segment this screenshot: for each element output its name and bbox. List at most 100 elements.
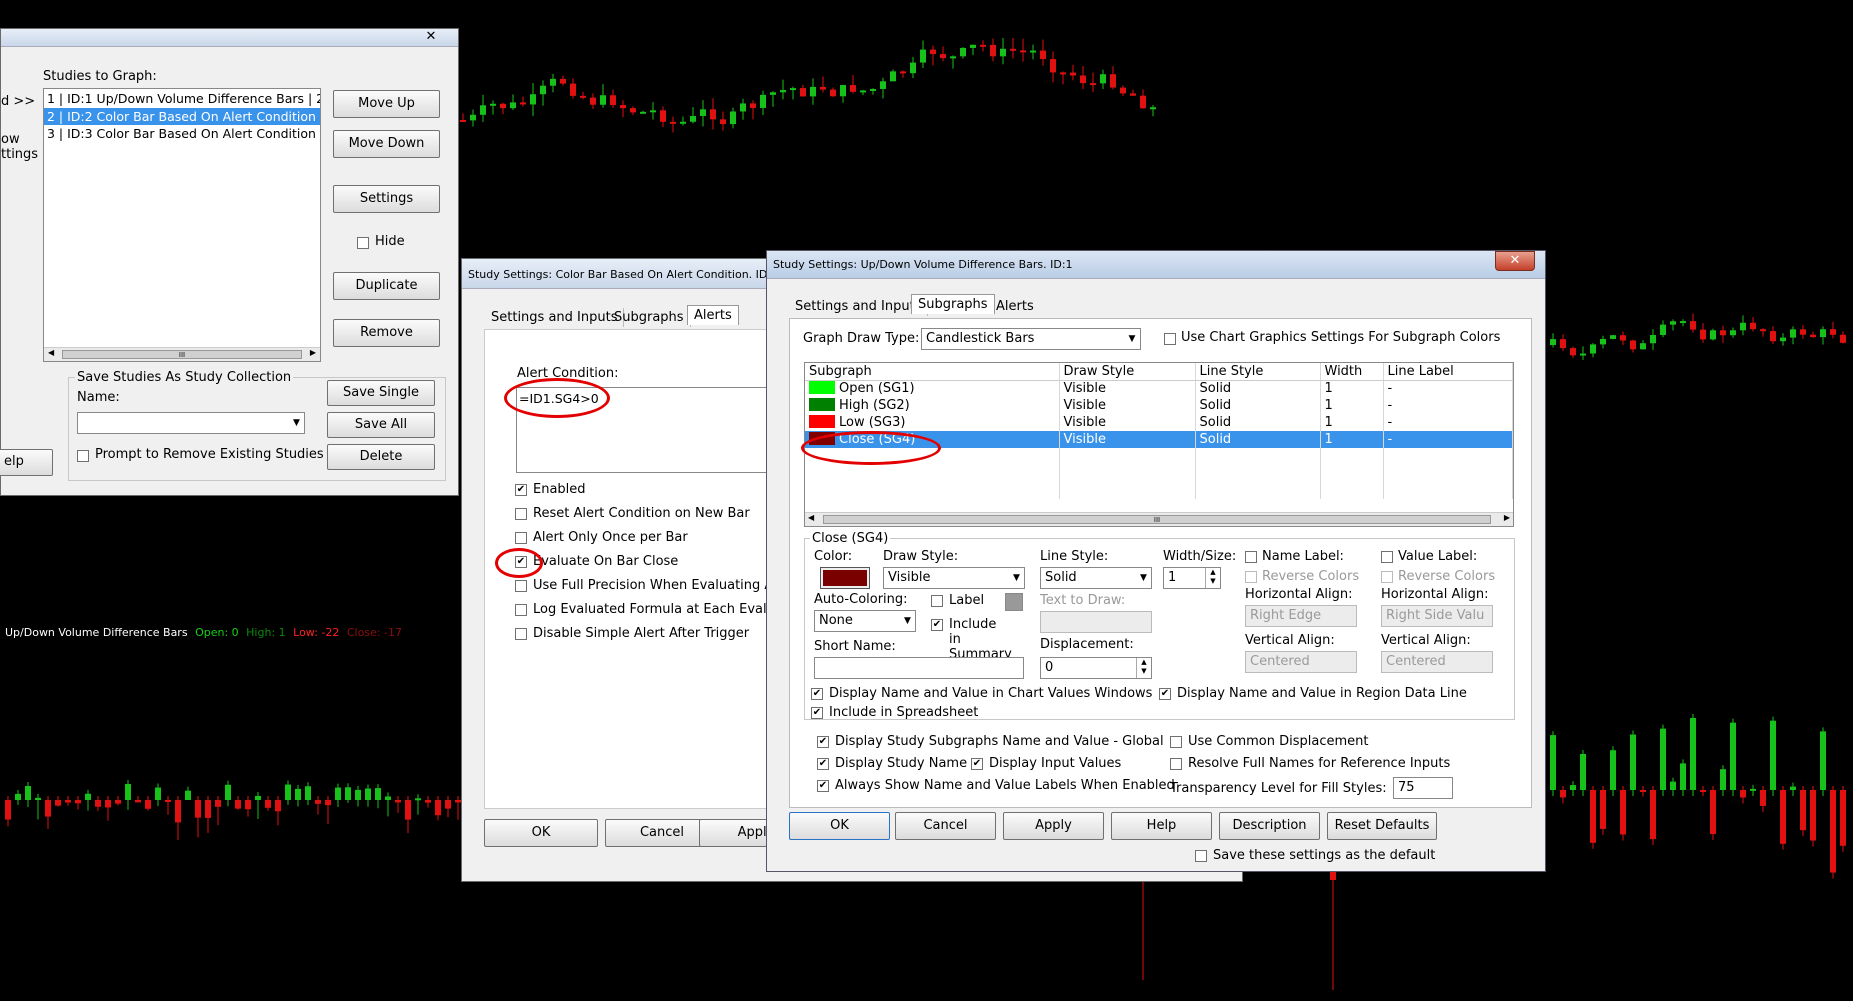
subgraph-name-cell[interactable]: Open (SG1) [805, 380, 1060, 397]
add-button-partial[interactable]: d >> [1, 94, 35, 109]
use-common-displacement-checkbox[interactable] [1170, 736, 1182, 748]
chevron-down-icon[interactable]: ▼ [1124, 329, 1140, 349]
resolve-full-names-checkbox[interactable] [1170, 758, 1182, 770]
subgraph-draw-cell[interactable]: Visible [1059, 380, 1196, 397]
include-spreadsheet-checkbox[interactable]: ✔ [811, 707, 823, 719]
always-show-checkbox[interactable]: ✔ [817, 780, 829, 792]
alert-option-checkbox[interactable] [515, 628, 527, 640]
subgraph-line-cell[interactable]: Solid [1195, 414, 1321, 431]
subgraph-label-cell[interactable]: - [1383, 397, 1513, 414]
column-header[interactable]: Subgraph [805, 363, 1060, 381]
column-header[interactable]: Draw Style [1059, 363, 1196, 381]
alert-option-checkbox[interactable] [515, 604, 527, 616]
scroll-thumb[interactable]: III [62, 350, 302, 359]
list-item-selected[interactable]: 2 | ID:2 Color Bar Based On Alert Condit… [44, 108, 320, 125]
chevron-down-icon[interactable]: ▼ [1009, 568, 1024, 588]
alert-option-checkbox[interactable] [515, 508, 527, 520]
tab-alerts[interactable]: Alerts [990, 297, 1040, 316]
subgraph-width-cell[interactable]: 1 [1320, 397, 1384, 414]
tab-settings-and-inputs[interactable]: Settings and Inputs [485, 308, 625, 327]
subgraph-line-cell[interactable]: Solid [1195, 380, 1321, 397]
width-spinner-icon[interactable]: ▲ ▼ [1205, 568, 1220, 588]
remove-button[interactable]: Remove [333, 319, 440, 347]
subgraph-name-cell[interactable]: Low (SG3) [805, 414, 1060, 431]
label-color-swatch[interactable] [1005, 593, 1023, 611]
studies-titlebar[interactable] [1, 29, 458, 47]
chevron-down-icon[interactable]: ▼ [289, 413, 304, 433]
hide-checkbox[interactable] [357, 237, 369, 249]
chevron-down-icon[interactable]: ▼ [900, 611, 915, 631]
subgraph-window-titlebar[interactable]: Study Settings: Up/Down Volume Differenc… [767, 251, 1545, 279]
list-item[interactable]: 1 | ID:1 Up/Down Volume Difference Bars … [44, 89, 320, 108]
scroll-right-icon[interactable]: ▶ [310, 348, 316, 357]
subgraph-draw-cell[interactable]: Visible [1059, 414, 1196, 431]
scroll-thumb[interactable]: III [823, 515, 1491, 524]
subgraph-line-cell[interactable]: Solid [1195, 431, 1321, 448]
cancel-button[interactable]: Cancel [895, 812, 996, 840]
move-down-button[interactable]: Move Down [333, 130, 440, 158]
subgraph-line-cell[interactable]: Solid [1195, 397, 1321, 414]
save-single-button[interactable]: Save Single [327, 380, 435, 406]
tab-settings-and-inputs[interactable]: Settings and Inputs [789, 297, 929, 316]
use-chart-graphics-checkbox[interactable] [1164, 333, 1176, 345]
tab-subgraphs[interactable]: Subgraphs [608, 308, 691, 327]
ok-button[interactable]: OK [789, 812, 890, 840]
include-in-summary-checkbox[interactable]: ✔ [931, 619, 943, 631]
table-row[interactable]: High (SG2) Visible Solid 1- [805, 397, 1513, 414]
list-item[interactable]: 3 | ID:3 Color Bar Based On Alert Condit… [44, 125, 320, 142]
alert-option-checkbox[interactable] [515, 580, 527, 592]
color-swatch-button[interactable] [820, 567, 870, 589]
studies-list[interactable]: 1 | ID:1 Up/Down Volume Difference Bars … [43, 88, 321, 362]
apply-button[interactable]: Apply [1003, 812, 1104, 840]
close-icon[interactable]: ✕ [1495, 251, 1535, 271]
chevron-down-icon[interactable]: ▼ [1136, 568, 1151, 588]
subgraph-label-cell[interactable]: - [1383, 431, 1513, 448]
move-up-button[interactable]: Move Up [333, 90, 440, 118]
subgraph-width-cell[interactable]: 1 [1320, 380, 1384, 397]
tab-alerts[interactable]: Alerts [687, 305, 739, 325]
save-all-button[interactable]: Save All [327, 412, 435, 438]
graph-draw-type-select[interactable]: Candlestick Bars [921, 328, 1141, 350]
subgraph-draw-cell[interactable]: Visible [1059, 431, 1196, 448]
subgraph-label-cell[interactable]: - [1383, 414, 1513, 431]
delete-button[interactable]: Delete [327, 444, 435, 470]
value-label-checkbox[interactable] [1381, 551, 1393, 563]
column-header[interactable]: Line Style [1195, 363, 1321, 381]
subgraph-name-cell[interactable]: High (SG2) [805, 397, 1060, 414]
column-header[interactable]: Width [1320, 363, 1384, 381]
transparency-input[interactable]: 75 [1393, 777, 1453, 799]
label-checkbox[interactable] [931, 595, 943, 607]
prompt-remove-checkbox[interactable] [77, 450, 89, 462]
horizontal-scrollbar[interactable]: ◀ III ▶ [805, 512, 1513, 526]
settings-button[interactable]: Settings [333, 185, 440, 213]
reset-defaults-button[interactable]: Reset Defaults [1327, 812, 1437, 840]
draw-style-select[interactable]: Visible [883, 567, 1025, 589]
save-default-checkbox[interactable] [1195, 850, 1207, 862]
subgraph-draw-cell[interactable]: Visible [1059, 397, 1196, 414]
short-name-input[interactable] [814, 657, 1024, 679]
display-global-checkbox[interactable]: ✔ [817, 736, 829, 748]
table-row[interactable]: Open (SG1) Visible Solid 1- [805, 380, 1513, 397]
scroll-left-icon[interactable]: ◀ [808, 513, 814, 522]
display-region-checkbox[interactable]: ✔ [1159, 688, 1171, 700]
display-chart-values-checkbox[interactable]: ✔ [811, 688, 823, 700]
subgraph-width-cell[interactable]: 1 [1320, 414, 1384, 431]
alert-option-checkbox[interactable]: ✔ [515, 484, 527, 496]
description-button[interactable]: Description [1219, 812, 1320, 840]
table-row[interactable]: Low (SG3) Visible Solid 1- [805, 414, 1513, 431]
scroll-right-icon[interactable]: ▶ [1504, 513, 1510, 522]
displacement-spinner-icon[interactable]: ▲ ▼ [1136, 658, 1151, 678]
collection-name-select[interactable] [77, 412, 305, 434]
close-icon[interactable]: ✕ [413, 29, 449, 47]
column-header[interactable]: Line Label [1383, 363, 1513, 381]
ok-button[interactable]: OK [484, 819, 598, 847]
display-input-values-checkbox[interactable]: ✔ [971, 758, 983, 770]
scroll-left-icon[interactable]: ◀ [48, 348, 54, 357]
subgraph-label-cell[interactable]: - [1383, 380, 1513, 397]
help-button[interactable]: Help [1111, 812, 1212, 840]
display-study-name-checkbox[interactable]: ✔ [817, 758, 829, 770]
name-label-checkbox[interactable] [1245, 551, 1257, 563]
duplicate-button[interactable]: Duplicate [333, 272, 440, 300]
horizontal-scrollbar[interactable]: ◀ III ▶ [44, 347, 320, 361]
subgraph-width-cell[interactable]: 1 [1320, 431, 1384, 448]
